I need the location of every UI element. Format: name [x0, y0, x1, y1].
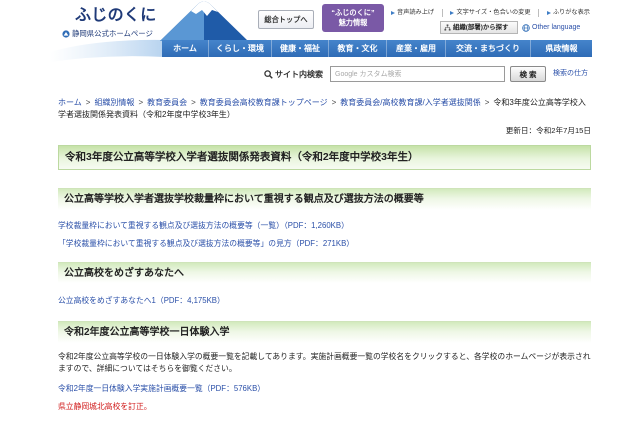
list-item: 「学校裁量枠において重視する観点及び選抜方法の概要等」の見方（PDF：271KB…: [58, 238, 591, 249]
text-size-color-link[interactable]: 文字サイズ・色合いの変更: [450, 8, 531, 18]
updated-date: 更新日：令和2年7月15日: [505, 126, 591, 135]
correction-notice: 県立静岡城北高校を訂正。: [58, 402, 152, 411]
nav-item-home[interactable]: ホーム: [162, 40, 208, 57]
breadcrumb-separator: >: [138, 98, 144, 107]
nav-item-health-welfare[interactable]: 健康・福祉: [271, 40, 328, 57]
open-campus-description: 令和2年度公立高等学校の一日体験入学の概要一覧を記載してあります。実施計画概要一…: [58, 352, 591, 373]
arrow-right-icon: [546, 11, 551, 15]
list-item: 学校裁量枠において重視する観点及び選抜方法の概要等（一覧）（PDF：1,260K…: [58, 220, 591, 231]
pdf-link-aspiring-students[interactable]: 公立高校をめざすあなたへ1（PDF：4,175KB）: [58, 296, 225, 305]
prefecture-emblem-icon: [62, 30, 70, 38]
fujinokuni-attractions-button[interactable]: “ふじのくに” 魅力情報: [322, 4, 384, 32]
furigana-label: ふりがな表示: [552, 9, 590, 16]
logo-subtitle-text: 静岡県公式ホームページ: [72, 29, 153, 38]
breadcrumb-separator: >: [484, 98, 490, 107]
furigana-link[interactable]: ふりがな表示: [546, 8, 590, 18]
org-search-label: 組織(部署)から探す: [453, 24, 509, 31]
org-search-button[interactable]: 組織(部署)から探す: [440, 21, 518, 34]
global-nav: ホーム くらし・環境 健康・福祉 教育・文化 産業・雇用 交流・まちづくり 県政…: [162, 40, 592, 57]
breadcrumb-link-high-school-division[interactable]: 教育委員会高校教育課トップページ: [200, 98, 328, 107]
breadcrumb-separator: >: [191, 98, 196, 107]
logo-text: ふじのくに: [75, 7, 157, 24]
mount-fuji-graphic: [160, 1, 248, 41]
page-title: 令和3年度公立高等学校入学者選抜関係発表資料（令和2年度中学校3年生）: [58, 145, 591, 170]
breadcrumb-link-organization[interactable]: 組織別情報: [94, 98, 134, 107]
nav-item-living-environment[interactable]: くらし・環境: [208, 40, 271, 57]
pdf-link-criteria-guide[interactable]: 「学校裁量枠において重視する観点及び選抜方法の概要等」の見方（PDF：271KB…: [58, 239, 354, 248]
pdf-link-open-campus-plan[interactable]: 令和2年度一日体験入学実施計画概要一覧（PDF：576KB）: [58, 384, 265, 393]
read-aloud-link[interactable]: 音声読み上げ: [391, 8, 434, 18]
pdf-link-criteria-list[interactable]: 学校裁量枠において重視する観点及び選抜方法の概要等（一覧）（PDF：1,260K…: [58, 221, 349, 230]
search-input[interactable]: [330, 66, 505, 82]
nav-item-exchange-community[interactable]: 交流・まちづくり: [445, 40, 530, 57]
site-logo[interactable]: ふじのくに 静岡県公式ホームページ: [60, 4, 160, 40]
logo-subtitle: 静岡県公式ホームページ: [62, 29, 153, 39]
arrow-right-icon: [450, 11, 455, 15]
nav-item-prefectural-government[interactable]: 県政情報: [530, 40, 592, 57]
nav-item-education-culture[interactable]: 教育・文化: [328, 40, 386, 57]
org-chart-icon: [444, 24, 451, 31]
attractions-line1: “ふじのくに”: [331, 8, 375, 17]
search-button[interactable]: 検 索: [510, 66, 546, 82]
other-language-label: Other language: [532, 24, 581, 31]
arrow-right-icon: [391, 11, 395, 15]
search-icon: [264, 69, 273, 79]
breadcrumb-separator: >: [331, 98, 337, 107]
section-heading-aspiring-students: 公立高校をめざすあなたへ: [58, 262, 591, 283]
read-aloud-label: 音声読み上げ: [397, 9, 435, 16]
text-size-color-label: 文字サイズ・色合いの変更: [456, 9, 531, 16]
attractions-line2: 魅力情報: [338, 18, 368, 27]
section-heading-selection-criteria: 公立高等学校入学者選抜学校裁量枠において重視する観点及び選抜方法の概要等: [58, 188, 591, 210]
breadcrumb-link-admissions[interactable]: 教育委員会/高校教育課/入学者選抜関係: [340, 98, 480, 107]
section-heading-open-campus: 令和2年度公立高等学校一日体験入学: [58, 321, 591, 343]
general-top-button[interactable]: 総合トップへ: [258, 10, 314, 29]
site-search-label-text: サイト内検索: [275, 69, 323, 79]
other-language-link[interactable]: Other language: [522, 21, 580, 34]
search-help-link[interactable]: 検索の仕方: [553, 69, 588, 79]
breadcrumb-link-board-of-education[interactable]: 教育委員会: [147, 98, 187, 107]
nav-item-industry-employment[interactable]: 産業・雇用: [386, 40, 445, 57]
list-item: 令和2年度一日体験入学実施計画概要一覧（PDF：576KB）: [58, 383, 591, 394]
globe-icon: [522, 23, 530, 32]
list-item: 公立高校をめざすあなたへ1（PDF：4,175KB）: [58, 295, 591, 306]
breadcrumb-link-home[interactable]: ホーム: [58, 98, 82, 107]
site-search-label: サイト内検索: [264, 68, 323, 80]
divider: [538, 9, 540, 17]
divider: [441, 9, 443, 17]
utility-links: 音声読み上げ 文字サイズ・色合いの変更 ふりがな表示: [391, 8, 590, 18]
breadcrumb: ホーム > 組織別情報 > 教育委員会 > 教育委員会高校教育課トップページ > 教育委員会/高…: [58, 97, 591, 121]
breadcrumb-separator: >: [85, 98, 91, 107]
